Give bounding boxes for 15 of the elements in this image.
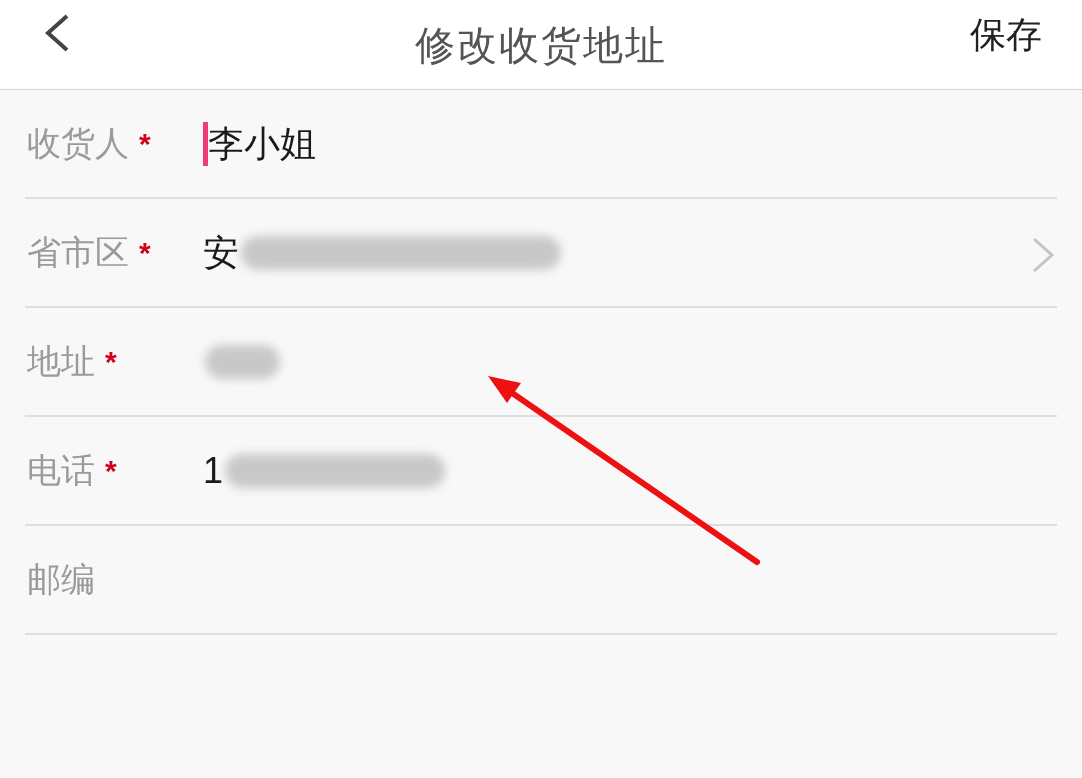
required-asterisk: * [105, 453, 117, 489]
input-field[interactable]: 安 [203, 199, 561, 306]
field-label: 邮编 [27, 559, 95, 600]
field-label: 收货人 [27, 123, 129, 164]
input-field[interactable]: 1 [203, 417, 446, 524]
required-asterisk: * [139, 235, 151, 271]
field-label: 省市区 [27, 232, 129, 273]
field-label: 地址 [27, 341, 95, 382]
save-button[interactable]: 保存 [970, 8, 1042, 62]
required-asterisk: * [139, 126, 151, 162]
page-title: 修改收货地址 [415, 21, 667, 69]
back-icon[interactable] [44, 14, 70, 52]
input-field[interactable]: 李小姐 [203, 90, 316, 197]
required-asterisk: * [105, 344, 117, 380]
field-label: 电话 [27, 450, 95, 491]
